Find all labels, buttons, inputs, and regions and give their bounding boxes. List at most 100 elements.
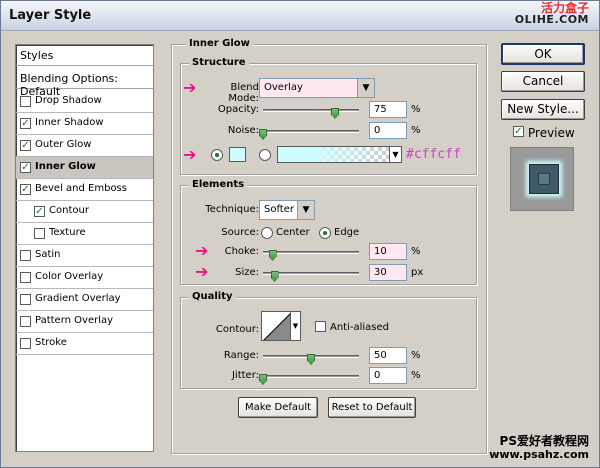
style-item-label: Satin [35,249,61,260]
style-item-pattern-overlay[interactable]: Pattern Overlay [16,311,153,333]
inner-glow-title: Inner Glow [186,38,253,49]
style-checkbox[interactable] [20,316,31,327]
style-item-inner-glow[interactable]: ✓ Inner Glow [16,157,153,179]
gradient-radio[interactable] [259,149,271,161]
technique-select[interactable]: Softer ▼ [259,200,315,220]
style-checkbox[interactable]: ✓ [20,184,31,195]
jitter-slider-thumb[interactable] [259,374,267,385]
elements-title: Elements [189,179,248,190]
style-item-outer-glow[interactable]: ✓ Outer Glow [16,135,153,157]
style-checkbox[interactable] [20,96,31,107]
anti-aliased-label[interactable]: Anti-aliased [330,322,389,333]
style-preview [510,147,574,211]
title-bar: Layer Style 活力盒子 OLIHE.COM [1,1,599,31]
preview-checkbox[interactable]: ✓ [513,126,524,137]
style-item-stroke[interactable]: Stroke [16,333,153,355]
range-unit: % [411,350,421,361]
size-slider-thumb[interactable] [270,271,279,282]
size-input[interactable]: 30 [369,264,407,281]
jitter-unit: % [411,370,421,381]
watermark-bottom-line1: PS爱好者教程网 [499,434,589,448]
style-item-label: Inner Shadow [35,117,104,128]
new-style-button[interactable]: New Style... [501,99,585,120]
style-item-label: Drop Shadow [35,95,102,106]
structure-group: Structure ➔ Blend Mode: Overlay ▼ Opacit… [180,57,477,175]
glow-color-swatch[interactable] [229,147,246,162]
preview-label[interactable]: Preview [528,126,575,140]
blend-mode-value: Overlay [264,82,303,93]
range-slider-thumb[interactable] [307,354,315,365]
color-hex-annotation: #cffcff [406,147,461,162]
jitter-input[interactable]: 0 [369,367,407,384]
style-item-label: Stroke [35,337,67,348]
source-label: Source: [221,227,259,238]
size-unit: px [411,267,424,278]
style-checkbox[interactable] [20,338,31,349]
noise-input[interactable]: 0 [369,122,407,139]
reset-to-default-button[interactable]: Reset to Default [328,397,416,418]
highlight-arrow-icon: ➔ [183,78,197,97]
range-label: Range: [223,350,259,361]
style-checkbox[interactable]: ✓ [34,206,45,217]
style-item-bevel-and-emboss[interactable]: ✓ Bevel and Emboss [16,179,153,201]
style-item-label: Pattern Overlay [35,315,114,326]
cancel-button[interactable]: Cancel [501,71,585,92]
style-checkbox[interactable] [20,272,31,283]
style-item-texture[interactable]: Texture [16,223,153,245]
anti-aliased-checkbox[interactable] [315,321,326,332]
glow-gradient-picker[interactable] [277,146,390,163]
source-edge-label[interactable]: Edge [334,227,359,238]
inner-glow-panel: Inner Glow Structure ➔ Blend Mode: Overl… [171,38,487,454]
style-item-label: Bevel and Emboss [35,183,127,194]
source-center-label[interactable]: Center [276,227,310,238]
opacity-slider-thumb[interactable] [331,108,339,119]
preview-inner-square [538,173,550,185]
technique-value: Softer [264,204,294,215]
style-item-color-overlay[interactable]: Color Overlay [16,267,153,289]
jitter-slider-track[interactable] [263,375,359,378]
choke-input[interactable]: 10 [369,243,407,260]
opacity-unit: % [411,104,421,115]
jitter-label: Jitter: [231,370,259,381]
style-item-contour[interactable]: ✓ Contour [16,201,153,223]
contour-label: Contour: [215,324,259,335]
source-edge-radio[interactable] [319,227,331,239]
style-checkbox[interactable] [20,294,31,305]
dialog-title: Layer Style [9,8,92,23]
style-checkbox[interactable] [20,250,31,261]
make-default-button[interactable]: Make Default [238,397,318,418]
style-item-drop-shadow[interactable]: Drop Shadow [16,91,153,113]
choke-slider-thumb[interactable] [268,250,277,261]
range-input[interactable]: 50 [369,347,407,364]
chevron-down-icon: ▼ [297,201,314,219]
opacity-slider-track[interactable] [263,109,359,112]
styles-header[interactable]: Styles [16,45,153,66]
size-label: Size: [235,267,259,278]
contour-dropdown-icon[interactable]: ▼ [291,311,301,341]
blend-mode-select[interactable]: Overlay ▼ [259,78,375,98]
contour-picker[interactable] [261,311,291,341]
style-checkbox[interactable] [34,228,45,239]
style-item-label: Color Overlay [35,271,104,282]
style-checkbox[interactable]: ✓ [20,118,31,129]
opacity-input[interactable]: 75 [369,101,407,118]
noise-slider-track[interactable] [263,130,359,133]
highlight-arrow-icon: ➔ [183,145,197,164]
style-checkbox[interactable]: ✓ [20,140,31,151]
style-item-label: Inner Glow [35,161,96,172]
noise-slider-thumb[interactable] [259,129,267,140]
quality-group: Quality Contour: ▼ Anti-aliased Range: 5… [180,291,477,389]
opacity-label: Opacity: [217,104,259,115]
blending-options-item[interactable]: Blending Options: Default [16,68,153,98]
style-item-gradient-overlay[interactable]: Gradient Overlay [16,289,153,311]
choke-slider-track[interactable] [263,251,359,254]
ok-button[interactable]: OK [501,43,585,65]
source-center-radio[interactable] [261,227,273,239]
style-item-satin[interactable]: Satin [16,245,153,267]
style-checkbox[interactable]: ✓ [20,162,31,173]
style-item-label: Texture [49,227,86,238]
solid-color-radio[interactable] [211,149,223,161]
style-item-inner-shadow[interactable]: ✓ Inner Shadow [16,113,153,135]
gradient-dropdown-icon[interactable]: ▼ [389,146,402,163]
watermark-bottom: PS爱好者教程网 www.psahz.com [489,434,589,462]
